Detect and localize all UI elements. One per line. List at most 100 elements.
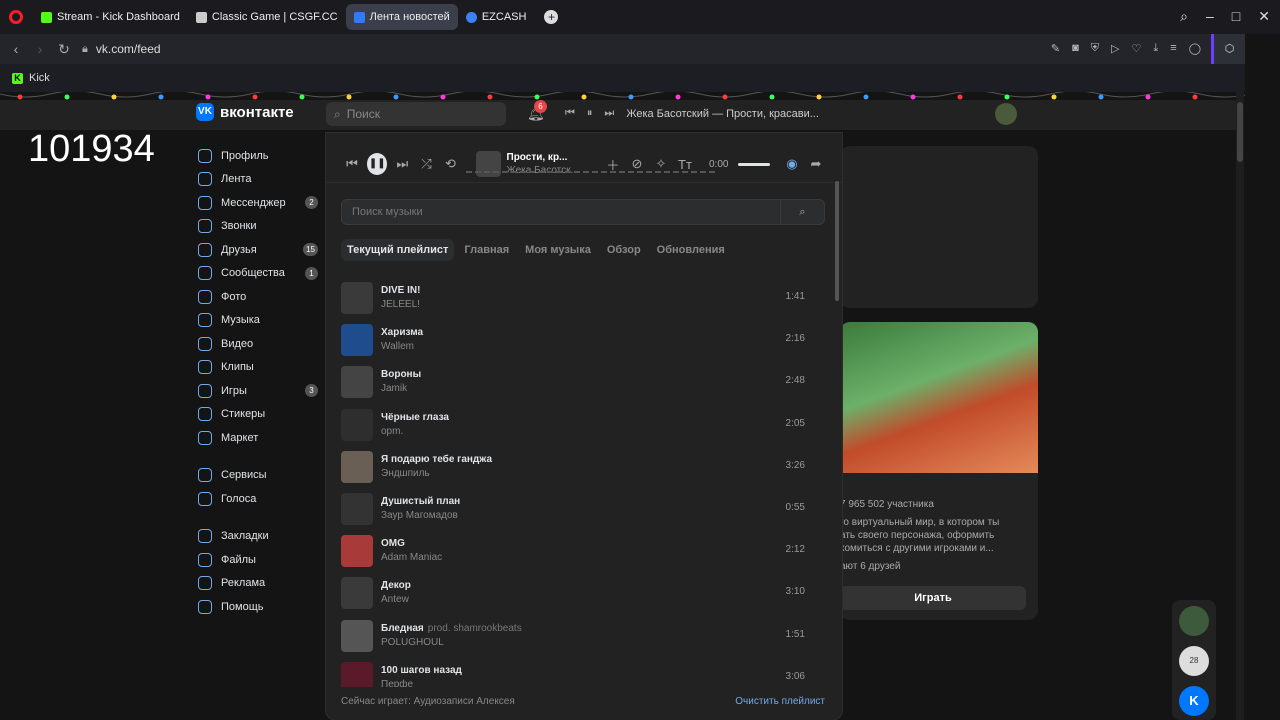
share-icon[interactable]: ➦ xyxy=(804,156,828,172)
clear-playlist-link[interactable]: Очистить плейлист xyxy=(735,696,825,707)
sidebar-item[interactable]: Закладки xyxy=(198,525,320,549)
tab-vk-feed[interactable]: Лента новостей xyxy=(345,4,458,30)
track-row[interactable]: Чёрные глаза орm. 2:05 xyxy=(341,404,825,446)
rail-vk-icon[interactable]: K xyxy=(1179,686,1209,716)
rail-avatar-2[interactable]: 28 xyxy=(1179,646,1209,676)
vk-search-input[interactable]: ⌕ Поиск xyxy=(326,102,506,126)
url-field[interactable]: vk.com/feed xyxy=(96,42,161,56)
lyrics-icon[interactable]: Tт xyxy=(673,157,697,172)
menu-icon[interactable]: ≡ xyxy=(1170,42,1176,55)
music-tab[interactable]: Текущий плейлист xyxy=(341,239,455,261)
bookmark-kick[interactable]: Kick xyxy=(29,72,50,84)
rail-avatar[interactable] xyxy=(1179,606,1209,636)
track-row[interactable]: OMG Adam Maniac 2:12 xyxy=(341,530,825,572)
game-banner-image[interactable] xyxy=(840,322,1038,473)
track-artist[interactable]: Wallem xyxy=(381,340,423,354)
sidebar-item[interactable]: Музыка xyxy=(198,309,320,333)
sidebar-item[interactable]: Звонки xyxy=(198,215,320,239)
page-scrollbar[interactable] xyxy=(1236,92,1244,720)
music-tab[interactable]: Главная xyxy=(458,239,515,261)
sidebar-item[interactable]: Сервисы xyxy=(198,464,320,488)
volume-slider[interactable] xyxy=(738,162,770,166)
search-icon[interactable]: ⌕ xyxy=(1180,8,1188,25)
edit-icon[interactable]: ✎ xyxy=(1051,42,1060,55)
tab-ezcash[interactable]: EZCASH xyxy=(458,4,535,30)
search-icon[interactable]: ⌕ xyxy=(780,200,824,224)
vk-logo[interactable]: VK вконтакте xyxy=(196,103,294,121)
track-artist[interactable]: Antew xyxy=(381,593,411,607)
scrollbar-thumb[interactable] xyxy=(1237,102,1243,162)
prev-track-icon[interactable]: ⏮ xyxy=(565,107,575,120)
extension-cube-icon[interactable]: ⬡ xyxy=(1211,34,1245,64)
new-tab-button[interactable]: + xyxy=(544,10,559,24)
sidebar-item[interactable]: Сообщества 1 xyxy=(198,262,320,286)
tab-csgf[interactable]: Classic Game | CSGF.CC xyxy=(188,4,346,30)
sidebar-item[interactable]: Голоса xyxy=(198,487,320,511)
sidebar-item[interactable]: Помощь xyxy=(198,595,320,619)
broadcast-icon[interactable]: ◉ xyxy=(780,156,804,172)
track-artist[interactable]: Adam Maniac xyxy=(381,551,442,565)
music-tab[interactable]: Обновления xyxy=(651,239,731,261)
music-tab[interactable]: Моя музыка xyxy=(519,239,597,261)
sidebar-item[interactable]: Реклама xyxy=(198,572,320,596)
track-artist[interactable]: Перфе xyxy=(381,678,462,687)
next-track-icon[interactable]: ⏭ xyxy=(390,156,414,172)
track-artist[interactable]: Заур Магомадов xyxy=(381,509,460,523)
reload-button[interactable]: ↻ xyxy=(52,41,76,58)
track-row[interactable]: Бледная prod. shamrookbeats POLUGHOUL 1:51 xyxy=(341,615,825,657)
camera-icon[interactable]: ◙ xyxy=(1072,42,1079,55)
music-scrollbar[interactable] xyxy=(835,181,839,301)
sidebar-item[interactable]: Профиль xyxy=(198,144,320,168)
maximize-button[interactable]: □ xyxy=(1232,8,1240,25)
download-icon[interactable]: ⤓ xyxy=(1153,42,1158,55)
forward-button[interactable]: › xyxy=(28,41,52,57)
heart-icon[interactable]: ♡ xyxy=(1132,42,1142,55)
track-row[interactable]: Харизма Wallem 2:16 xyxy=(341,319,825,361)
music-tab[interactable]: Обзор xyxy=(601,239,647,261)
light-bulb xyxy=(722,94,728,100)
tab-kick[interactable]: Stream - Kick Dashboard xyxy=(33,4,188,30)
track-artist[interactable]: JELEEL! xyxy=(381,298,420,312)
sidebar-item[interactable]: Мессенджер 2 xyxy=(198,191,320,215)
music-search-input[interactable]: Поиск музыки ⌕ xyxy=(341,199,825,225)
sidebar-item[interactable]: Стикеры xyxy=(198,403,320,427)
track-artist[interactable]: Jamik xyxy=(381,382,421,396)
sparkle-icon[interactable]: ✧ xyxy=(649,156,673,172)
track-row[interactable]: DIVE IN! JELEEL! 1:41 xyxy=(341,277,825,319)
dislike-icon[interactable]: ⊘ xyxy=(625,156,649,172)
track-row[interactable]: Я подарю тебе ганджа Эндшпиль 3:26 xyxy=(341,446,825,488)
sidebar-item[interactable]: Файлы xyxy=(198,548,320,572)
next-track-icon[interactable]: ⏭ xyxy=(604,107,614,120)
pause-icon[interactable]: ⏸ xyxy=(587,107,593,120)
shuffle-icon[interactable]: ⤮ xyxy=(414,156,438,172)
minimize-button[interactable]: – xyxy=(1206,8,1214,25)
track-progress-bar[interactable] xyxy=(466,171,716,173)
track-row[interactable]: 100 шагов назад Перфе 3:06 xyxy=(341,657,825,687)
play-game-button[interactable]: Играть xyxy=(840,586,1026,610)
pause-button[interactable]: ❚❚ xyxy=(367,153,388,175)
sidebar-item[interactable]: Игры 3 xyxy=(198,379,320,403)
track-row[interactable]: Вороны Jamik 2:48 xyxy=(341,361,825,403)
current-track-info[interactable]: Прости, кр... Жека Басотск... xyxy=(507,151,579,177)
track-artist[interactable]: Эндшпиль xyxy=(381,467,492,481)
repeat-icon[interactable]: ⟲ xyxy=(438,156,462,172)
user-avatar[interactable] xyxy=(995,103,1017,125)
sidebar-item[interactable]: Лента xyxy=(198,168,320,192)
track-row[interactable]: Душистый план Заур Магомадов 0:55 xyxy=(341,488,825,530)
close-button[interactable]: ✕ xyxy=(1258,8,1270,25)
track-artist[interactable]: орm. xyxy=(381,425,449,439)
sidebar-item[interactable]: Видео xyxy=(198,332,320,356)
back-button[interactable]: ‹ xyxy=(4,41,28,57)
opera-logo-icon[interactable] xyxy=(9,10,23,24)
track-artist[interactable]: POLUGHOUL xyxy=(381,636,522,650)
sidebar-item[interactable]: Клипы xyxy=(198,356,320,380)
profile-icon[interactable]: ◯ xyxy=(1189,42,1201,55)
shield-icon[interactable]: ⛨ xyxy=(1091,42,1099,55)
sidebar-item[interactable]: Фото xyxy=(198,285,320,309)
now-playing-text[interactable]: Жека Басотский — Прости, красави... xyxy=(626,108,819,120)
sidebar-item[interactable]: Маркет xyxy=(198,426,320,450)
prev-track-icon[interactable]: ⏮ xyxy=(340,156,364,172)
sidebar-item[interactable]: Друзья 15 xyxy=(198,238,320,262)
track-row[interactable]: Декор Antew 3:10 xyxy=(341,572,825,614)
play-icon[interactable]: ▷ xyxy=(1111,42,1119,55)
